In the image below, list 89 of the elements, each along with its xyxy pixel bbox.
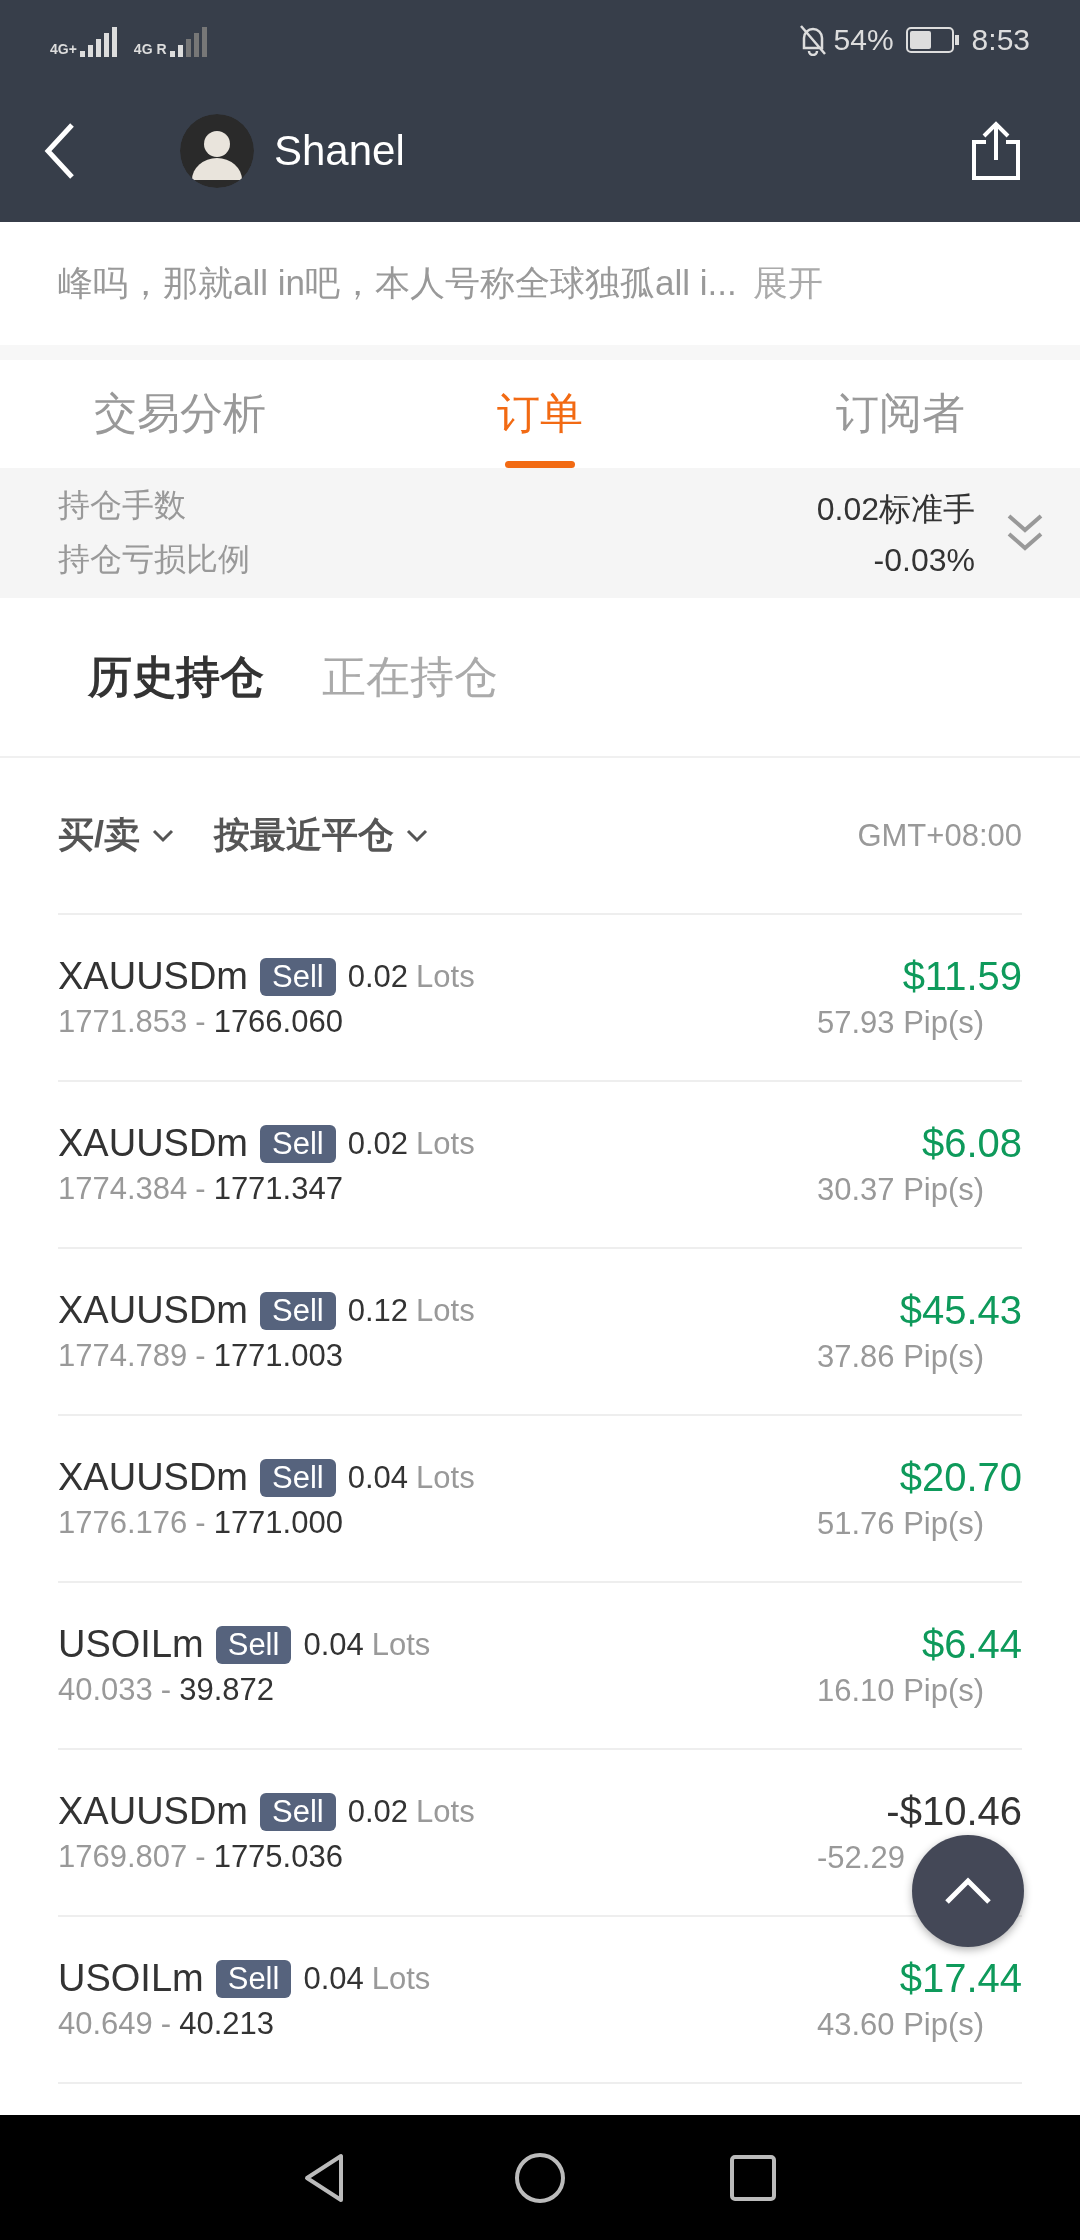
filter-dropdown[interactable]: 按最近平仓	[214, 811, 428, 860]
lots: 0.04	[303, 1960, 364, 1997]
profit: $11.59	[902, 954, 1022, 999]
close-price: 1771.347	[213, 1171, 343, 1207]
side-badge: Sell	[260, 1291, 336, 1330]
profit: $17.44	[899, 1956, 1022, 2001]
timezone: GMT+08:00	[857, 817, 1022, 854]
price-separator: -	[195, 1505, 206, 1541]
lots: 0.12	[347, 1292, 409, 1329]
symbol: XAUUSDm	[58, 1790, 249, 1833]
pips: 43.60 Pip(s)	[817, 2007, 986, 2043]
lots: 0.04	[303, 1626, 364, 1663]
lots: 0.02	[347, 1793, 409, 1830]
side-badge: Sell	[260, 1124, 336, 1163]
expand-link[interactable]: 展开	[752, 260, 823, 307]
close-price: 1775.036	[213, 1839, 343, 1875]
position-tab[interactable]: 正在持仓	[322, 647, 498, 707]
side-badge: Sell	[215, 1625, 292, 1664]
symbol: XAUUSDm	[58, 1122, 249, 1165]
side-badge: Sell	[260, 957, 336, 996]
price-separator: -	[195, 1171, 206, 1207]
scroll-top-button[interactable]	[912, 1835, 1024, 1947]
caret-icon	[406, 828, 428, 843]
open-price: 1774.384	[58, 1171, 188, 1207]
open-price: 1771.853	[58, 1004, 188, 1040]
side-badge: Sell	[260, 1792, 336, 1831]
lots-unit: Lots	[416, 1125, 475, 1162]
network-label: 4G R	[133, 41, 167, 57]
chevron-up-icon	[943, 1876, 993, 1906]
close-price: 1766.060	[213, 1004, 343, 1040]
lots-unit: Lots	[416, 1459, 475, 1496]
lots-unit: Lots	[416, 1793, 475, 1830]
share-icon[interactable]	[970, 120, 1022, 182]
symbol: USOILm	[58, 1957, 204, 2000]
position-tab[interactable]: 历史持仓	[88, 647, 264, 707]
tab[interactable]: 订单	[360, 360, 720, 468]
summary-label: 持仓亏损比例	[58, 540, 250, 579]
close-price: 1771.000	[213, 1505, 343, 1541]
battery-percent: 54%	[833, 23, 894, 57]
bio-text: 峰吗，那就all in吧，本人号称全球独孤all i...	[58, 262, 737, 304]
profit: -$10.46	[886, 1789, 1022, 1834]
open-price: 1776.176	[58, 1505, 188, 1541]
symbol: XAUUSDm	[58, 955, 249, 998]
symbol: XAUUSDm	[58, 1289, 249, 1332]
lots-unit: Lots	[416, 1292, 475, 1329]
close-price: 40.213	[179, 2006, 274, 2042]
side-badge: Sell	[215, 1959, 292, 1998]
price-separator: -	[160, 1672, 172, 1708]
symbol: XAUUSDm	[58, 1456, 249, 1499]
lots: 0.02	[347, 958, 409, 995]
network-label: 4G+	[50, 41, 77, 57]
caret-icon	[152, 828, 174, 843]
muted-bell-icon	[797, 24, 828, 56]
open-price: 1774.789	[58, 1338, 188, 1374]
pips: 51.76 Pip(s)	[817, 1506, 986, 1542]
pips: 57.93 Pip(s)	[817, 1005, 986, 1041]
close-price: 39.872	[179, 1672, 274, 1708]
price-separator: -	[195, 1338, 206, 1374]
profit: $6.44	[921, 1622, 1022, 1667]
summary-value: 0.02标准手	[816, 489, 975, 529]
profit: $45.43	[899, 1288, 1022, 1333]
open-price: 1769.807	[58, 1839, 188, 1875]
profit: $20.70	[899, 1455, 1022, 1500]
side-badge: Sell	[260, 1458, 336, 1497]
summary-value: -0.03%	[872, 541, 975, 579]
price-separator: -	[195, 1839, 206, 1875]
summary-label: 持仓手数	[58, 486, 187, 525]
price-separator: -	[195, 1004, 206, 1040]
tab[interactable]: 交易分析	[0, 360, 360, 468]
open-price: 40.033	[58, 1672, 153, 1708]
symbol: USOILm	[58, 1623, 204, 1666]
filter-dropdown[interactable]: 买/卖	[58, 811, 174, 860]
lots: 0.04	[347, 1459, 409, 1496]
profit: $6.08	[921, 1121, 1022, 1166]
price-separator: -	[160, 2006, 172, 2042]
pips: 30.37 Pip(s)	[817, 1172, 986, 1208]
lots-unit: Lots	[416, 958, 475, 995]
pips: 16.10 Pip(s)	[817, 1673, 986, 1709]
lots-unit: Lots	[371, 1626, 431, 1663]
open-price: 40.649	[58, 2006, 153, 2042]
pips: -52.29	[817, 1840, 906, 1876]
close-price: 1771.003	[213, 1338, 343, 1374]
lots: 0.02	[347, 1125, 409, 1162]
clock: 8:53	[971, 23, 1030, 57]
lots-unit: Lots	[371, 1960, 431, 1997]
user-name: Shanel	[274, 127, 405, 175]
tab[interactable]: 订阅者	[720, 360, 1080, 468]
battery-icon	[905, 26, 960, 54]
pips: 37.86 Pip(s)	[817, 1339, 986, 1375]
